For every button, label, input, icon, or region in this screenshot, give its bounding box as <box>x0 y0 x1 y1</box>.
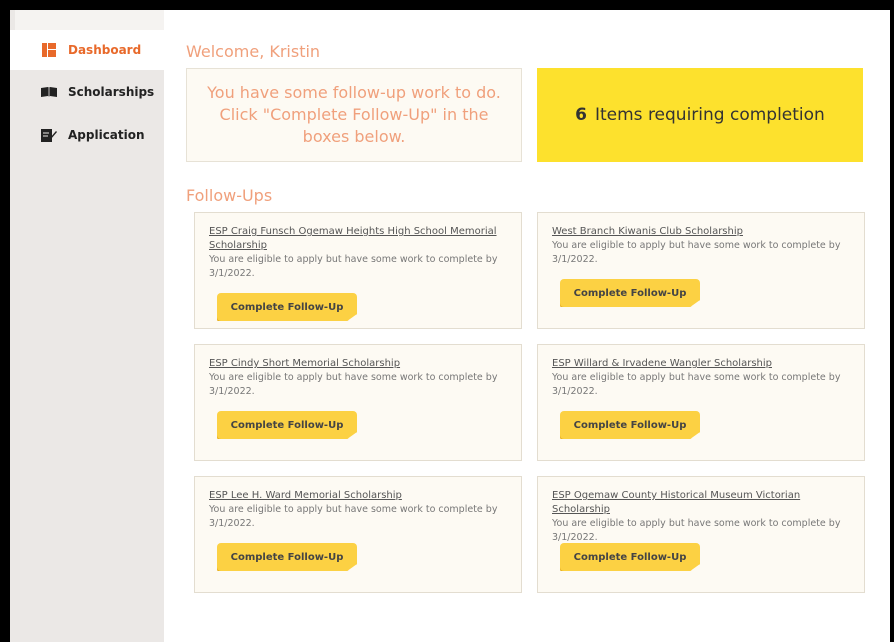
scholarship-link[interactable]: ESP Willard & Irvadene Wangler Scholarsh… <box>552 357 850 371</box>
items-count-label: Items requiring completion <box>594 105 825 125</box>
follow-up-card: West Branch Kiwanis Club Scholarship You… <box>537 212 865 329</box>
follow-up-card: ESP Cindy Short Memorial Scholarship You… <box>194 344 522 461</box>
scholarship-link[interactable]: ESP Ogemaw County Historical Museum Vict… <box>552 489 850 517</box>
complete-follow-up-button[interactable]: Complete Follow-Up <box>217 411 357 439</box>
complete-follow-up-button[interactable]: Complete Follow-Up <box>560 411 700 439</box>
scholarship-link[interactable]: West Branch Kiwanis Club Scholarship <box>552 225 850 239</box>
card-description: You are eligible to apply but have some … <box>552 518 841 543</box>
sidebar: Dashboard Scholarships Application <box>10 10 164 642</box>
follow-up-message-box: You have some follow-up work to do. Clic… <box>186 68 522 162</box>
edit-icon <box>40 126 58 144</box>
follow-up-card: ESP Willard & Irvadene Wangler Scholarsh… <box>537 344 865 461</box>
app-frame: Dashboard Scholarships Application Welco… <box>10 10 890 642</box>
sidebar-item-label: Scholarships <box>68 85 155 99</box>
follow-up-card: ESP Lee H. Ward Memorial Scholarship You… <box>194 476 522 593</box>
sidebar-item-scholarships[interactable]: Scholarships <box>10 72 164 112</box>
dashboard-icon <box>40 41 58 59</box>
scholarship-link[interactable]: ESP Craig Funsch Ogemaw Heights High Sch… <box>209 225 507 253</box>
sidebar-item-dashboard[interactable]: Dashboard <box>10 30 164 70</box>
items-count-box: 6 Items requiring completion <box>537 68 863 162</box>
follow-up-card: ESP Craig Funsch Ogemaw Heights High Sch… <box>194 212 522 329</box>
main-content: Welcome, Kristin You have some follow-up… <box>164 10 890 642</box>
complete-follow-up-button[interactable]: Complete Follow-Up <box>560 543 700 571</box>
follow-ups-heading: Follow-Ups <box>186 186 273 205</box>
card-description: You are eligible to apply but have some … <box>209 372 498 397</box>
book-icon <box>40 83 58 101</box>
sidebar-item-application[interactable]: Application <box>10 115 164 155</box>
scholarship-link[interactable]: ESP Lee H. Ward Memorial Scholarship <box>209 489 507 503</box>
welcome-heading: Welcome, Kristin <box>186 42 321 61</box>
card-description: You are eligible to apply but have some … <box>209 254 498 279</box>
card-description: You are eligible to apply but have some … <box>552 240 841 265</box>
sidebar-item-label: Application <box>68 128 145 142</box>
complete-follow-up-button[interactable]: Complete Follow-Up <box>217 543 357 571</box>
complete-follow-up-button[interactable]: Complete Follow-Up <box>560 279 700 307</box>
follow-up-message: You have some follow-up work to do. Clic… <box>207 83 501 146</box>
card-description: You are eligible to apply but have some … <box>209 504 498 529</box>
sidebar-topbar <box>15 10 164 31</box>
scholarship-link[interactable]: ESP Cindy Short Memorial Scholarship <box>209 357 507 371</box>
items-count: 6 <box>575 105 587 125</box>
complete-follow-up-button[interactable]: Complete Follow-Up <box>217 293 357 321</box>
sidebar-item-label: Dashboard <box>68 43 142 57</box>
card-description: You are eligible to apply but have some … <box>552 372 841 397</box>
follow-up-card: ESP Ogemaw County Historical Museum Vict… <box>537 476 865 593</box>
